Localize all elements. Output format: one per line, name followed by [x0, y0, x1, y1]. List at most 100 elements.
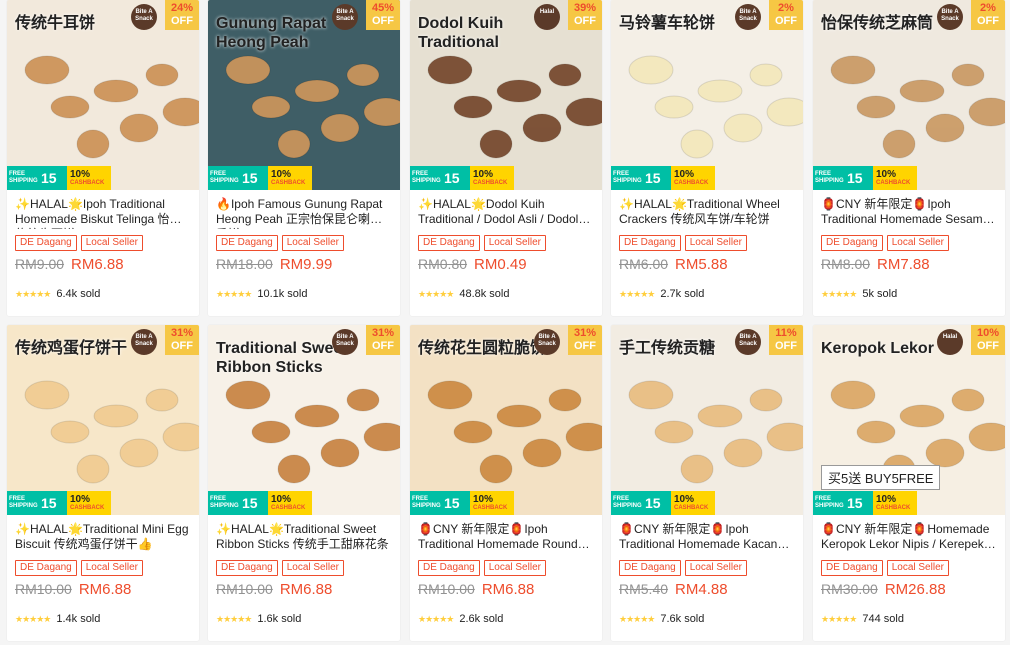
- product-card[interactable]: 传统牛耳饼 Bite A Snack 24% OFF FREE SHIPPING 15 10…: [7, 0, 199, 316]
- discount-off-label: OFF: [574, 340, 596, 352]
- discount-percent: 24%: [170, 2, 194, 14]
- product-name[interactable]: ✨HALAL🌟Traditional Wheel Crackers 传统风车饼/…: [619, 197, 795, 229]
- local-seller-tag: Local Seller: [80, 235, 143, 251]
- promo-strip: FREE SHIPPING 15 10% CASHBACK: [611, 491, 731, 515]
- product-name[interactable]: ✨HALAL🌟Ipoh Traditional Homemade Biskut …: [15, 197, 191, 229]
- cashback-label: CASHBACK: [70, 505, 105, 511]
- original-price: RM5.40: [619, 581, 669, 597]
- product-card[interactable]: 马铃薯车轮饼 Bite A Snack 2% OFF FREE SHIPPING 15 10…: [611, 0, 803, 316]
- brand-logo: Bite A Snack: [131, 4, 157, 30]
- free-shipping-badge: FREE SHIPPING 15: [208, 491, 268, 515]
- price-row: RM0.80 RM0.49: [418, 256, 527, 273]
- cashback-label: CASHBACK: [473, 505, 508, 511]
- free-shipping-badge: FREE SHIPPING 15: [813, 491, 873, 515]
- brand-logo: Halal: [534, 4, 560, 30]
- sold-count: 7.6k sold: [660, 613, 705, 625]
- de-dagang-tag: DE Dagang: [216, 560, 278, 576]
- discount-badge: 31% OFF: [165, 325, 199, 355]
- cashback-label: CASHBACK: [674, 180, 709, 186]
- rating-row: ★★★★★ 2.6k sold: [418, 613, 503, 625]
- original-price: RM18.00: [216, 256, 273, 272]
- product-image[interactable]: Traditional Sweet Ribbon Sticks Bite A Sn…: [208, 325, 400, 515]
- cashback-badge: 10% CASHBACK: [268, 166, 312, 190]
- product-name[interactable]: 🏮CNY 新年限定🏮Ipoh Traditional Homemade Sesa…: [821, 197, 997, 229]
- seller-tags: DE Dagang Local Seller: [619, 235, 747, 251]
- star-rating-icon: ★★★★★: [619, 613, 655, 624]
- product-image[interactable]: Keropok Lekor Halal 买5送 BUY5FREE 10% OFF FREE…: [813, 325, 1005, 515]
- rating-row: ★★★★★ 1.4k sold: [15, 613, 100, 625]
- product-name[interactable]: 🔥Ipoh Famous Gunung Rapat Heong Peah 正宗怡…: [216, 197, 392, 229]
- min-spend-amount: 15: [645, 494, 661, 511]
- rating-row: ★★★★★ 7.6k sold: [619, 613, 704, 625]
- cashback-percent: 10%: [473, 169, 494, 180]
- product-card[interactable]: Keropok Lekor Halal 买5送 BUY5FREE 10% OFF FREE…: [813, 325, 1005, 641]
- original-price: RM9.00: [15, 256, 65, 272]
- sale-price: RM6.88: [71, 256, 124, 273]
- min-spend-amount: 15: [41, 494, 57, 511]
- min-spend-amount: 15: [242, 494, 258, 511]
- star-rating-icon: ★★★★★: [216, 288, 252, 299]
- cashback-percent: 10%: [70, 169, 91, 180]
- free-shipping-badge: FREE SHIPPING 15: [611, 166, 671, 190]
- product-image[interactable]: 怡保传统芝麻筒 Bite A Snack 2% OFF FREE SHIPPING 15 1…: [813, 0, 1005, 190]
- cashback-percent: 10%: [70, 494, 91, 505]
- local-seller-tag: Local Seller: [684, 560, 747, 576]
- free-shipping-badge: FREE SHIPPING 15: [410, 166, 470, 190]
- seller-tags: DE Dagang Local Seller: [821, 560, 949, 576]
- price-row: RM6.00 RM5.88: [619, 256, 728, 273]
- discount-badge: 24% OFF: [165, 0, 199, 30]
- cashback-label: CASHBACK: [674, 505, 709, 511]
- discount-badge: 2% OFF: [971, 0, 1005, 30]
- free-shipping-label: FREE SHIPPING: [412, 496, 441, 509]
- sale-price: RM9.99: [279, 256, 333, 273]
- cashback-percent: 10%: [876, 494, 897, 505]
- discount-badge: 39% OFF: [568, 0, 602, 30]
- product-image[interactable]: 传统花生圆粒脆饼 Bite A Snack 31% OFF FREE SHIPPING 1…: [410, 325, 602, 515]
- price-row: RM8.00 RM7.88: [821, 256, 930, 273]
- sale-price: RM5.88: [675, 256, 728, 273]
- product-name[interactable]: 🏮CNY 新年限定🏮Homemade Keropok Lekor Nipis /…: [821, 522, 997, 554]
- product-card[interactable]: 手工传统贡糖 Bite A Snack 11% OFF FREE SHIPPING 15 1…: [611, 325, 803, 641]
- cashback-percent: 10%: [271, 494, 292, 505]
- sale-price: RM6.88: [78, 581, 132, 598]
- cashback-percent: 10%: [876, 169, 897, 180]
- free-shipping-badge: FREE SHIPPING 15: [7, 166, 67, 190]
- product-card[interactable]: Gunung Rapat Heong Peah Bite A Snack 45% OF…: [208, 0, 400, 316]
- product-card[interactable]: 传统鸡蛋仔饼干 Bite A Snack 31% OFF FREE SHIPPING 15…: [7, 325, 199, 641]
- product-name[interactable]: 🏮CNY 新年限定🏮Ipoh Traditional Homemade Kaca…: [619, 522, 795, 554]
- sold-count: 744 sold: [862, 613, 904, 625]
- discount-badge: 10% OFF: [971, 325, 1005, 355]
- product-image[interactable]: 传统牛耳饼 Bite A Snack 24% OFF FREE SHIPPING 15 10…: [7, 0, 199, 190]
- discount-off-label: OFF: [977, 340, 999, 352]
- brand-logo: Bite A Snack: [735, 329, 761, 355]
- product-image[interactable]: 马铃薯车轮饼 Bite A Snack 2% OFF FREE SHIPPING 15 10…: [611, 0, 803, 190]
- product-image[interactable]: Gunung Rapat Heong Peah Bite A Snack 45% OF…: [208, 0, 400, 190]
- min-spend-amount: 15: [444, 169, 460, 186]
- product-card[interactable]: 传统花生圆粒脆饼 Bite A Snack 31% OFF FREE SHIPPING 1…: [410, 325, 602, 641]
- product-image[interactable]: 手工传统贡糖 Bite A Snack 11% OFF FREE SHIPPING 15 1…: [611, 325, 803, 515]
- product-name[interactable]: ✨HALAL🌟Dodol Kuih Traditional / Dodol As…: [418, 197, 594, 229]
- product-name[interactable]: ✨HALAL🌟Traditional Sweet Ribbon Sticks 传…: [216, 522, 392, 554]
- product-card[interactable]: Dodol Kuih Traditional Halal 39% OFF FREE SH…: [410, 0, 602, 316]
- product-name[interactable]: ✨HALAL🌟Traditional Mini Egg Biscuit 传统鸡蛋…: [15, 522, 191, 554]
- product-image[interactable]: 传统鸡蛋仔饼干 Bite A Snack 31% OFF FREE SHIPPING 15…: [7, 325, 199, 515]
- cashback-percent: 10%: [674, 169, 695, 180]
- promo-strip: FREE SHIPPING 15 10% CASHBACK: [208, 166, 328, 190]
- sold-count: 2.6k sold: [459, 613, 504, 625]
- rating-row: ★★★★★ 1.6k sold: [216, 613, 301, 625]
- rating-row: ★★★★★ 2.7k sold: [619, 288, 704, 300]
- product-card[interactable]: Traditional Sweet Ribbon Sticks Bite A Sn…: [208, 325, 400, 641]
- free-shipping-label: FREE SHIPPING: [815, 171, 844, 184]
- promo-strip: FREE SHIPPING 15 10% CASHBACK: [813, 166, 933, 190]
- product-grid: 传统牛耳饼 Bite A Snack 24% OFF FREE SHIPPING 15 10…: [0, 0, 1010, 645]
- product-card[interactable]: 怡保传统芝麻筒 Bite A Snack 2% OFF FREE SHIPPING 15 1…: [813, 0, 1005, 316]
- product-image[interactable]: Dodol Kuih Traditional Halal 39% OFF FREE SH…: [410, 0, 602, 190]
- discount-percent: 2%: [778, 2, 794, 14]
- star-rating-icon: ★★★★★: [418, 613, 454, 624]
- de-dagang-tag: DE Dagang: [619, 235, 681, 251]
- free-shipping-label: FREE SHIPPING: [412, 171, 441, 184]
- local-seller-tag: Local Seller: [886, 235, 949, 251]
- free-shipping-badge: FREE SHIPPING 15: [410, 491, 470, 515]
- product-name[interactable]: 🏮CNY 新年限定🏮Ipoh Traditional Homemade Roun…: [418, 522, 594, 554]
- seller-tags: DE Dagang Local Seller: [418, 235, 546, 251]
